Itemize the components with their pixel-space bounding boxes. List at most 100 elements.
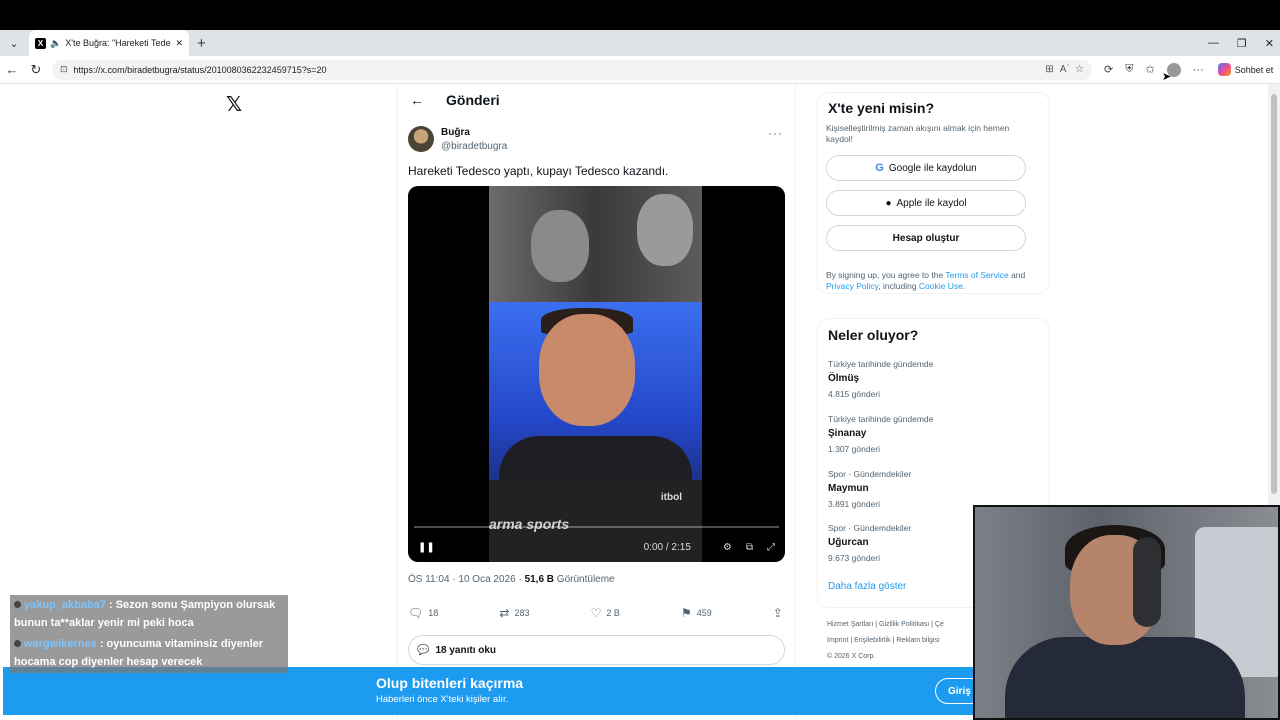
x-logo-icon[interactable]: 𝕏 (226, 92, 242, 117)
share-icon: ⇪ (772, 606, 783, 620)
apple-signup-button[interactable]: ● Apple ile kaydol (826, 190, 1026, 216)
user-badge-icon (14, 601, 21, 608)
pause-icon[interactable]: ❚❚ (418, 542, 435, 553)
create-account-button[interactable]: Hesap oluştur (826, 225, 1026, 251)
reply-count: 18 (428, 608, 439, 618)
copilot-button[interactable]: Sohbet et (1217, 63, 1273, 76)
author-avatar[interactable] (408, 126, 434, 152)
signup-card: X'te yeni misin? Kişiselleştirilmiş zama… (817, 92, 1050, 294)
site-info-icon[interactable]: ⊡ (60, 64, 68, 75)
apple-icon: ● (885, 197, 892, 209)
heart-icon: ♡ (590, 606, 602, 620)
mouse-cursor-icon: ➤ (1162, 71, 1172, 83)
bookmark-icon: ⚑ (681, 606, 692, 620)
stream-chat-message: wargwikernes : oyuncuma vitaminsiz diyen… (10, 634, 288, 674)
google-signup-button[interactable]: G Google ile kaydolun (826, 155, 1026, 181)
legal-text-including: , including (878, 281, 919, 292)
reply-icon: 🗨 (408, 606, 424, 620)
post-timestamp[interactable]: ÖS 11:04 · 10 Oca 2026 · (408, 574, 525, 585)
refresh-icon[interactable]: ↻ (24, 62, 48, 78)
minimize-icon[interactable]: — (1208, 37, 1219, 49)
read-replies-label: 18 yanıtı oku (435, 644, 497, 656)
settings-icon[interactable]: ⚙ (723, 542, 732, 553)
like-button[interactable]: ♡ 2 B (591, 606, 620, 620)
back-arrow-icon[interactable]: ← (410, 92, 424, 108)
footer-links-row1[interactable]: Hizmet Şartları | Gizlilik Politikası | … (827, 617, 977, 633)
cookie-link[interactable]: Cookie Use (919, 281, 963, 291)
tab-list-button[interactable]: ⌄ (3, 33, 25, 53)
tab-title: X'te Buğra: "Hareketi Tedesco (65, 38, 171, 48)
chat-username: yakup_akbaba7 (24, 599, 106, 611)
author-handle[interactable]: @biradetbugra (441, 141, 507, 152)
author-name[interactable]: Buğra (441, 127, 470, 138)
close-window-icon[interactable]: ✕ (1265, 37, 1274, 50)
post-header: ← Gönderi (410, 92, 500, 108)
restore-icon[interactable]: ❐ (1237, 37, 1247, 50)
app-available-icon[interactable]: ⊞ (1045, 64, 1053, 75)
address-bar[interactable]: ⊡ https://x.com/biradetbugra/status/2010… (52, 59, 1092, 80)
footer-copyright: © 2026 X Corp. (827, 653, 876, 661)
terms-link[interactable]: Terms of Service (945, 270, 1008, 280)
chat-username: wargwikernes (24, 638, 97, 650)
more-menu-icon[interactable]: ··· (1193, 64, 1204, 76)
user-badge-icon (14, 640, 21, 647)
trend-name: Maymun (828, 483, 869, 494)
address-bar-row: ← ↻ ⊡ https://x.com/biradetbugra/status/… (0, 56, 1280, 84)
video-controls: ❚❚ 0:00 / 2:15 ⚙ ⧉ ⤢ (408, 532, 785, 562)
show-more-link[interactable]: Daha fazla göster (828, 581, 906, 592)
favorite-star-icon[interactable]: ☆ (1075, 64, 1084, 75)
footer-links-row2[interactable]: Imprint | Erişilebilirlik | Reklam bilgi… (827, 633, 977, 649)
extensions-icon[interactable]: ⟳ (1104, 63, 1113, 76)
repost-button[interactable]: ⇄ 283 (499, 606, 529, 620)
legal-text: By signing up, you agree to the (826, 270, 946, 280)
trend-item[interactable]: Spor · Gündemdekiler Maymun 3.891 gönder… (828, 469, 1038, 509)
window-controls: — ❐ ✕ (1208, 30, 1274, 56)
video-watermark: arma sports (489, 516, 570, 532)
create-account-label: Hesap oluştur (892, 232, 960, 244)
new-tab-icon[interactable]: + (197, 35, 206, 52)
reply-button[interactable]: 🗨 18 (408, 606, 438, 620)
share-button[interactable]: ⇪ (773, 606, 783, 620)
fullscreen-icon[interactable]: ⤢ (767, 542, 775, 553)
video-logo: itbol (660, 492, 682, 503)
trend-context: Türkiye tarihinde gündemde (828, 359, 934, 369)
trend-item[interactable]: Türkiye tarihinde gündemde Şinanay 1.307… (828, 414, 1038, 454)
views-label: Görüntüleme (554, 574, 615, 585)
like-count: 2 B (606, 608, 620, 618)
video-player[interactable]: arma sports itbol ❚❚ 0:00 / 2:15 ⚙ ⧉ ⤢ (408, 186, 785, 562)
close-tab-icon[interactable]: ✕ (175, 38, 183, 49)
copilot-icon (1217, 63, 1231, 76)
tab-bar: ⌄ X 🔈 X'te Buğra: "Hareketi Tedesco ✕ + … (0, 30, 1280, 56)
banner-title: Olup bitenleri kaçırma (376, 675, 524, 691)
bookmark-button[interactable]: ⚑ 459 (681, 606, 712, 620)
legal-text-end: . (962, 281, 966, 292)
post-meta: ÖS 11:04 · 10 Oca 2026 · 51,6 B Görüntül… (408, 574, 615, 585)
apple-signup-label: Apple ile kaydol (896, 197, 967, 209)
video-progress-bar[interactable] (414, 526, 779, 528)
trend-context: Spor · Gündemdekiler (828, 469, 912, 479)
back-icon[interactable]: ← (0, 62, 24, 77)
more-options-icon[interactable]: ··· (768, 126, 783, 140)
scrollbar-thumb[interactable] (1271, 94, 1277, 494)
browser-essentials-icon[interactable]: ⛨ (1125, 63, 1133, 76)
signup-subtitle: Kişiselleştirilmiş zaman akışını almak i… (826, 123, 1010, 145)
pip-icon[interactable]: ⧉ (746, 542, 753, 553)
favorites-icon[interactable]: ✩ (1145, 63, 1154, 76)
post-actions: 🗨 18 ⇄ 283 ♡ 2 B ⚑ 459 ⇪ (408, 606, 785, 620)
privacy-link[interactable]: Privacy Policy (826, 281, 878, 291)
trends-title: Neler oluyor? (828, 327, 919, 343)
headphones-icon (1133, 537, 1161, 627)
read-aloud-icon[interactable]: Aᐝ (1060, 64, 1069, 75)
browser-tab[interactable]: X 🔈 X'te Buğra: "Hareketi Tedesco ✕ (29, 30, 189, 56)
read-replies-button[interactable]: 💬 18 yanıtı oku (408, 635, 785, 665)
trend-posts: 4.815 gönderi (828, 389, 880, 399)
speaker-icon[interactable]: 🔈 (50, 38, 61, 49)
trend-item[interactable]: Türkiye tarihinde gündemde Ölmüş 4.815 g… (828, 359, 1038, 399)
signup-legal: By signing up, you agree to the Terms of… (826, 270, 1041, 292)
video-time: 0:00 / 2:15 (643, 541, 691, 553)
google-signup-label: Google ile kaydolun (888, 162, 977, 174)
stream-chat-message: yakup_akbaba7 : Sezon sonu Şampiyon olur… (10, 595, 288, 635)
x-favicon-icon: X (35, 37, 46, 49)
post-text: Hareketi Tedesco yaptı, kupayı Tedesco k… (408, 164, 669, 178)
repost-icon: ⇄ (499, 606, 510, 620)
